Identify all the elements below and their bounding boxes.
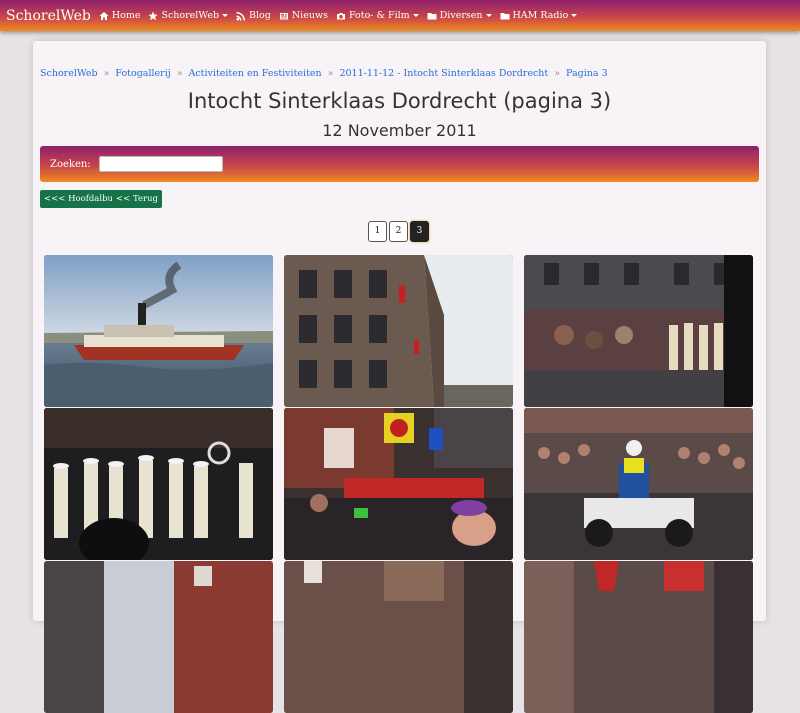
building-photo — [284, 561, 513, 713]
breadcrumb-separator: » — [554, 68, 561, 79]
photo-thumbnail[interactable] — [524, 408, 753, 560]
sinterklaas-photo — [524, 561, 753, 713]
photo-thumbnail[interactable] — [524, 561, 753, 713]
breadcrumb-item[interactable]: Activiteiten en Festiviteiten — [189, 68, 322, 79]
nav-diversen[interactable]: Diversen — [427, 10, 492, 21]
brand-link[interactable]: SchorelWeb — [6, 8, 91, 24]
home-icon — [99, 11, 109, 20]
photo-thumbnail[interactable] — [284, 255, 513, 407]
chevron-down-icon — [222, 14, 229, 17]
photo-thumbnail[interactable] — [284, 408, 513, 560]
nav-blog-label: Blog — [249, 10, 271, 21]
nav-nieuws-label: Nieuws — [291, 10, 328, 21]
breadcrumb-item[interactable]: 2011-11-12 - Intocht Sinterklaas Dordrec… — [339, 68, 548, 79]
search-bar: Zoeken: — [40, 146, 759, 182]
nav-foto-film[interactable]: Foto- & Film — [336, 10, 419, 21]
nav-foto-film-label: Foto- & Film — [348, 10, 410, 21]
breadcrumb-item[interactable]: SchorelWeb — [40, 68, 98, 79]
top-navbar: SchorelWeb Home SchorelWeb Blog Nieuws F… — [0, 0, 800, 31]
nav-schorelweb[interactable]: SchorelWeb — [148, 10, 229, 21]
back-button[interactable]: << Terug — [112, 190, 162, 208]
nav-diversen-label: Diversen — [439, 10, 483, 21]
page-link-3-current[interactable]: 3 — [410, 221, 429, 242]
breadcrumb-item-current[interactable]: Pagina 3 — [566, 68, 608, 79]
street-facade-photo — [284, 255, 513, 407]
nav-ham-radio[interactable]: HAM Radio — [500, 10, 578, 21]
nav-home-label: Home — [111, 10, 141, 21]
search-input[interactable] — [98, 156, 223, 172]
breadcrumb-item[interactable]: Fotogallerij — [115, 68, 170, 79]
photo-thumbnail[interactable] — [524, 255, 753, 407]
photo-thumbnail[interactable] — [44, 255, 273, 407]
steamboat-photo — [44, 255, 273, 407]
police-motorcycle-photo — [524, 408, 753, 560]
chevron-down-icon — [571, 14, 578, 17]
breadcrumb-separator: » — [327, 68, 334, 79]
page-link-2[interactable]: 2 — [389, 221, 408, 242]
rss-icon — [236, 11, 246, 20]
photo-thumbnail[interactable] — [44, 561, 273, 713]
photo-thumbnail[interactable] — [44, 408, 273, 560]
crowd-street-photo — [524, 255, 753, 407]
page-subtitle: 12 November 2011 — [322, 121, 477, 140]
page-link-1[interactable]: 1 — [368, 221, 387, 242]
chevron-down-icon — [485, 14, 492, 17]
fire-truck-street-photo — [284, 408, 513, 560]
nav-home[interactable]: Home — [99, 10, 141, 21]
nav-nieuws[interactable]: Nieuws — [279, 10, 328, 21]
breadcrumb-separator: » — [176, 68, 183, 79]
nav-schorelweb-label: SchorelWeb — [161, 10, 220, 21]
pagination: 1 2 3 — [368, 221, 429, 242]
marching-band-photo — [44, 408, 273, 560]
newspaper-icon — [279, 12, 288, 19]
content-card: SchorelWeb » Fotogallerij » Activiteiten… — [33, 41, 766, 713]
breadcrumb: SchorelWeb » Fotogallerij » Activiteiten… — [40, 68, 608, 79]
page-title: Intocht Sinterklaas Dordrecht (pagina 3) — [187, 89, 612, 113]
street-photo — [44, 561, 273, 713]
photo-thumbnail[interactable] — [284, 561, 513, 713]
breadcrumb-separator: » — [103, 68, 110, 79]
chevron-down-icon — [412, 14, 419, 17]
search-label: Zoeken: — [50, 158, 91, 170]
camera-icon — [336, 12, 345, 19]
folder-icon — [500, 12, 509, 19]
star-icon — [148, 11, 159, 20]
nav-ham-radio-label: HAM Radio — [512, 10, 569, 21]
folder-icon — [427, 12, 437, 19]
nav-blog[interactable]: Blog — [236, 10, 271, 21]
